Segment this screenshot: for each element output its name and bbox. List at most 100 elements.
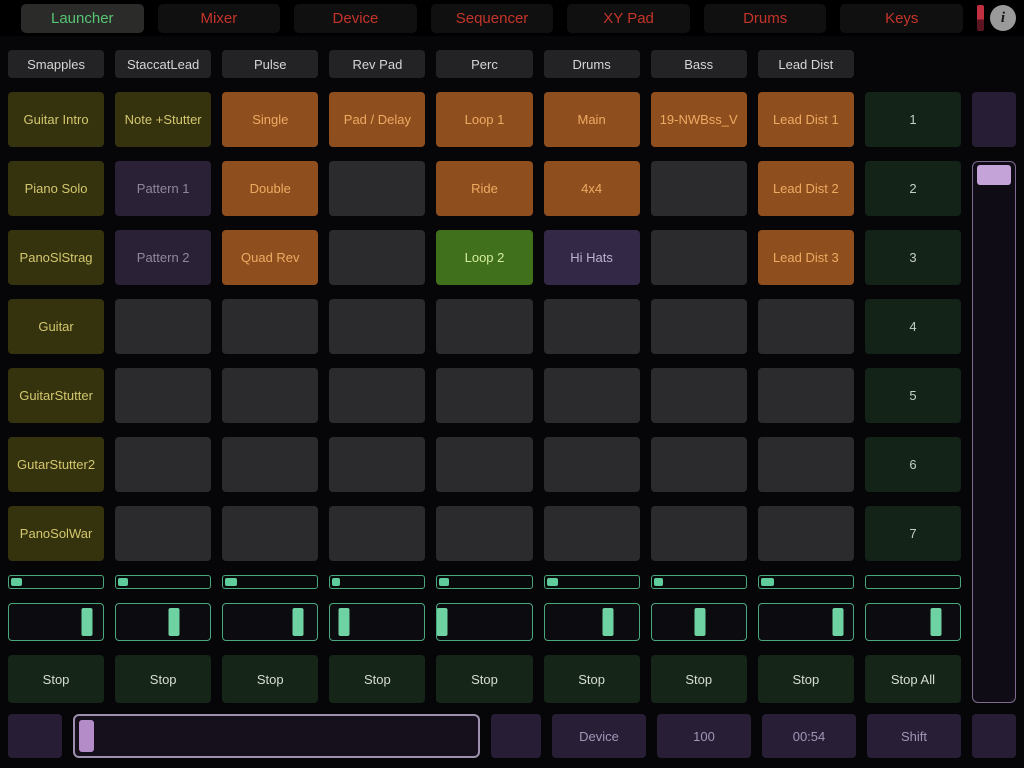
- pan-slider[interactable]: [115, 603, 212, 641]
- crossfader-slider[interactable]: [73, 714, 480, 758]
- scene-button[interactable]: 3: [864, 230, 961, 285]
- pan-slider[interactable]: [436, 603, 533, 641]
- clip-slot-empty[interactable]: [650, 437, 747, 492]
- track-header[interactable]: StaccatLead: [115, 50, 212, 78]
- clip-slot-empty[interactable]: [757, 506, 854, 561]
- info-button[interactable]: i: [990, 5, 1016, 31]
- clip-slot-empty[interactable]: [115, 368, 212, 423]
- master-fader[interactable]: [972, 161, 1016, 703]
- track-header[interactable]: Bass: [650, 50, 747, 78]
- stop-button[interactable]: Stop: [222, 655, 319, 703]
- clip-slot[interactable]: Piano Solo: [8, 161, 105, 216]
- clip-slot[interactable]: Hi Hats: [543, 230, 640, 285]
- clip-slot[interactable]: Guitar Intro: [8, 92, 105, 147]
- shift-button[interactable]: Shift: [867, 714, 961, 758]
- clip-slot-empty[interactable]: [115, 506, 212, 561]
- stop-button[interactable]: Stop: [650, 655, 747, 703]
- clip-slot-empty[interactable]: [436, 437, 533, 492]
- time-display[interactable]: 00:54: [762, 714, 856, 758]
- stop-button[interactable]: Stop: [8, 655, 105, 703]
- pan-slider[interactable]: [329, 603, 426, 641]
- clip-slot-empty[interactable]: [543, 368, 640, 423]
- pan-slider-handle[interactable]: [694, 608, 706, 636]
- stop-button[interactable]: Stop: [436, 655, 533, 703]
- pan-slider-handle[interactable]: [832, 608, 844, 636]
- master-fader-handle[interactable]: [977, 165, 1011, 185]
- clip-slot-empty[interactable]: [436, 299, 533, 354]
- clip-slot-empty[interactable]: [115, 437, 212, 492]
- bottom-right-button[interactable]: [972, 714, 1016, 758]
- pan-slider-handle[interactable]: [292, 608, 304, 636]
- clip-slot[interactable]: Loop 1: [436, 92, 533, 147]
- clip-slot[interactable]: Pattern 2: [115, 230, 212, 285]
- stop-button[interactable]: Stop: [543, 655, 640, 703]
- clip-slot[interactable]: Ride: [436, 161, 533, 216]
- clip-slot-empty[interactable]: [329, 506, 426, 561]
- clip-slot[interactable]: Note +Stutter: [115, 92, 212, 147]
- clip-slot[interactable]: GutarStutter2: [8, 437, 105, 492]
- tab-device[interactable]: Device: [294, 3, 417, 33]
- clip-slot-empty[interactable]: [650, 506, 747, 561]
- tab-xy-pad[interactable]: XY Pad: [567, 3, 690, 33]
- clip-slot[interactable]: PanoSolWar: [8, 506, 105, 561]
- clip-slot[interactable]: Pad / Delay: [329, 92, 426, 147]
- clip-slot[interactable]: PanoSlStrag: [8, 230, 105, 285]
- pan-slider[interactable]: [864, 603, 961, 641]
- pan-slider[interactable]: [757, 603, 854, 641]
- pan-slider-handle[interactable]: [930, 608, 942, 636]
- clip-slot-empty[interactable]: [115, 299, 212, 354]
- stop-button[interactable]: Stop: [329, 655, 426, 703]
- clip-slot-empty[interactable]: [329, 299, 426, 354]
- clip-slot[interactable]: Double: [222, 161, 319, 216]
- bottom-left-button[interactable]: [8, 714, 62, 758]
- scene-button[interactable]: 5: [864, 368, 961, 423]
- pan-slider-handle[interactable]: [437, 608, 448, 636]
- track-header[interactable]: Lead Dist: [757, 50, 854, 78]
- tab-keys[interactable]: Keys: [840, 3, 964, 33]
- stop-button[interactable]: Stop: [757, 655, 854, 703]
- clip-slot-empty[interactable]: [650, 161, 747, 216]
- stop-all-button[interactable]: Stop All: [864, 655, 961, 703]
- clip-slot[interactable]: Lead Dist 3: [757, 230, 854, 285]
- clip-slot-empty[interactable]: [222, 368, 319, 423]
- pan-slider-handle[interactable]: [168, 608, 180, 636]
- clip-slot-empty[interactable]: [222, 506, 319, 561]
- track-header[interactable]: Rev Pad: [329, 50, 426, 78]
- clip-slot[interactable]: Loop 2: [436, 230, 533, 285]
- clip-slot-empty[interactable]: [329, 230, 426, 285]
- tab-launcher[interactable]: Launcher: [21, 3, 144, 33]
- track-header[interactable]: Drums: [543, 50, 640, 78]
- clip-slot-empty[interactable]: [329, 437, 426, 492]
- track-header[interactable]: Perc: [436, 50, 533, 78]
- clip-slot-empty[interactable]: [543, 299, 640, 354]
- tab-sequencer[interactable]: Sequencer: [430, 3, 554, 33]
- clip-slot[interactable]: Quad Rev: [222, 230, 319, 285]
- clip-slot-empty[interactable]: [329, 368, 426, 423]
- tempo-display[interactable]: 100: [657, 714, 751, 758]
- clip-slot-empty[interactable]: [222, 437, 319, 492]
- device-button[interactable]: Device: [552, 714, 646, 758]
- clip-slot[interactable]: Guitar: [8, 299, 105, 354]
- clip-slot[interactable]: Lead Dist 1: [757, 92, 854, 147]
- track-header[interactable]: Smapples: [8, 50, 105, 78]
- clip-slot-empty[interactable]: [650, 230, 747, 285]
- clip-slot[interactable]: GuitarStutter: [8, 368, 105, 423]
- pan-slider[interactable]: [8, 603, 105, 641]
- clip-slot-empty[interactable]: [436, 506, 533, 561]
- pan-slider-handle[interactable]: [338, 608, 350, 636]
- clip-slot[interactable]: Main: [543, 92, 640, 147]
- clip-slot-empty[interactable]: [436, 368, 533, 423]
- clip-slot-empty[interactable]: [543, 506, 640, 561]
- clip-slot-empty[interactable]: [329, 161, 426, 216]
- scene-button[interactable]: 6: [864, 437, 961, 492]
- clip-slot[interactable]: Single: [222, 92, 319, 147]
- clip-slot-empty[interactable]: [757, 368, 854, 423]
- crossfader-handle[interactable]: [79, 720, 94, 752]
- scene-button[interactable]: 1: [864, 92, 961, 147]
- pan-slider-handle[interactable]: [602, 608, 614, 636]
- clip-slot-empty[interactable]: [543, 437, 640, 492]
- clip-slot-empty[interactable]: [757, 437, 854, 492]
- clip-slot-empty[interactable]: [650, 299, 747, 354]
- scene-button[interactable]: 4: [864, 299, 961, 354]
- clip-slot-empty[interactable]: [222, 299, 319, 354]
